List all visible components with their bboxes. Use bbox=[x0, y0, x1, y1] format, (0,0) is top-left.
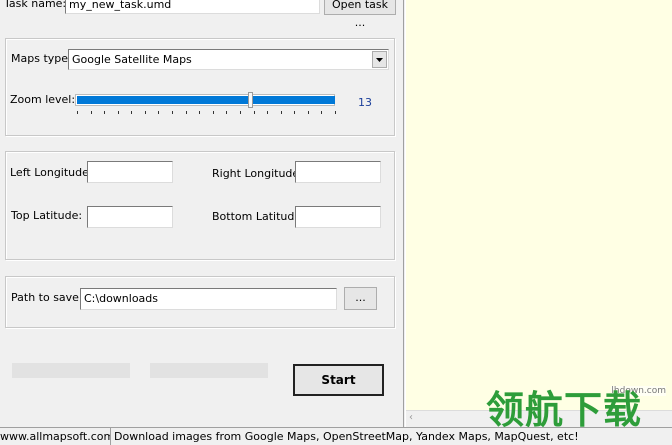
zoom-slider-tick bbox=[131, 111, 132, 114]
scroll-left-icon[interactable]: ‹ bbox=[409, 412, 413, 423]
left-longitude-input[interactable] bbox=[87, 161, 173, 183]
open-task-button[interactable]: Open task ... bbox=[324, 0, 396, 29]
right-longitude-input[interactable] bbox=[295, 161, 381, 183]
zoom-slider-track bbox=[75, 94, 335, 106]
zoom-slider-fill bbox=[77, 96, 335, 104]
zoom-slider-tick bbox=[91, 111, 92, 114]
path-to-save-input[interactable]: C:\downloads bbox=[80, 288, 337, 310]
task-name-label: Task name: bbox=[4, 0, 67, 10]
maps-type-value: Google Satellite Maps bbox=[72, 53, 192, 66]
zoom-slider-tick bbox=[77, 111, 78, 114]
watermark-text: 领航下载 bbox=[486, 388, 643, 432]
zoom-slider-tick bbox=[158, 111, 159, 114]
progress-bar-1 bbox=[12, 363, 130, 378]
zoom-slider-tick bbox=[254, 111, 255, 114]
zoom-slider-tick bbox=[308, 111, 309, 114]
browse-button[interactable]: ... bbox=[344, 287, 377, 310]
maps-type-label: Maps type: bbox=[11, 52, 72, 65]
bottom-latitude-label: Bottom Latitude: bbox=[212, 210, 305, 223]
zoom-slider-tick bbox=[118, 111, 119, 114]
zoom-slider-thumb[interactable] bbox=[248, 92, 253, 108]
zoom-slider-tick bbox=[145, 111, 146, 114]
zoom-slider-tick bbox=[199, 111, 200, 114]
control-panel: Task name: my_new_task.umd Open task ...… bbox=[0, 0, 405, 427]
zoom-slider-tick bbox=[226, 111, 227, 114]
zoom-slider-tick bbox=[294, 111, 295, 114]
zoom-slider-tick bbox=[267, 111, 268, 114]
zoom-slider-tick bbox=[186, 111, 187, 114]
status-website: www.allmapsoft.com bbox=[0, 427, 110, 445]
start-button[interactable]: Start bbox=[293, 364, 384, 396]
maps-type-select[interactable]: Google Satellite Maps bbox=[68, 49, 389, 70]
progress-bar-2 bbox=[150, 363, 268, 378]
zoom-slider-tick bbox=[335, 111, 336, 114]
zoom-slider-tick bbox=[240, 111, 241, 114]
zoom-slider-ticks bbox=[73, 111, 339, 116]
task-name-field[interactable]: my_new_task.umd bbox=[65, 0, 320, 14]
top-latitude-label: Top Latitude: bbox=[11, 209, 83, 222]
right-longitude-label: Right Longitude: bbox=[212, 167, 303, 180]
zoom-slider-tick bbox=[281, 111, 282, 114]
top-latitude-input[interactable] bbox=[87, 206, 173, 228]
status-message: Download images from Google Maps, OpenSt… bbox=[110, 427, 672, 445]
zoom-slider-tick bbox=[321, 111, 322, 114]
path-to-save-label: Path to save: bbox=[11, 291, 83, 304]
zoom-level-label: Zoom level: bbox=[10, 93, 76, 106]
map-view-panel[interactable] bbox=[406, 0, 672, 410]
left-longitude-label: Left Longitude: bbox=[10, 166, 93, 179]
watermark: lhdown.com 领航下载 bbox=[486, 386, 672, 432]
bottom-latitude-input[interactable] bbox=[295, 206, 381, 228]
zoom-slider-tick bbox=[213, 111, 214, 114]
zoom-slider[interactable] bbox=[73, 92, 339, 118]
zoom-slider-tick bbox=[104, 111, 105, 114]
chevron-down-icon[interactable] bbox=[372, 51, 387, 68]
zoom-slider-tick bbox=[172, 111, 173, 114]
zoom-level-value: 13 bbox=[358, 96, 372, 109]
